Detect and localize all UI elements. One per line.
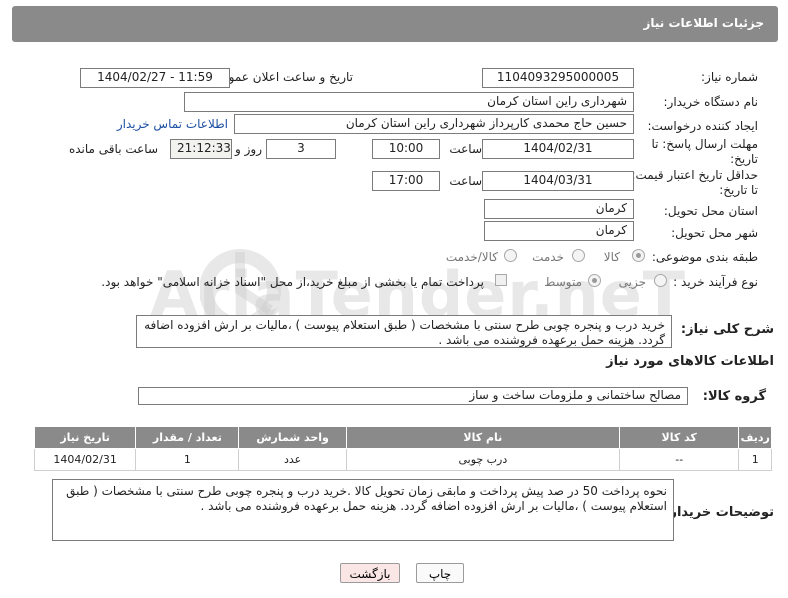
print-button[interactable]: چاپ [416, 563, 464, 583]
process-medium-radio[interactable] [588, 274, 601, 287]
buyer-org-field[interactable]: شهرداری راین استان کرمان [184, 92, 634, 112]
category-goods-radio[interactable] [632, 249, 645, 262]
cell-name: درب چوبی [345, 448, 620, 471]
buyer-notes-label: توضیحات خریدار: [664, 505, 774, 520]
deadline-label: مهلت ارسال پاسخ: تا تاریخ: [651, 137, 758, 166]
category-both-radio[interactable] [504, 249, 517, 262]
col-row: ردیف [738, 426, 772, 449]
header-bar: جزئیات اطلاعات نیاز [12, 6, 778, 42]
process-label: نوع فرآیند خرید : [673, 275, 758, 289]
description-label: شرح کلی نیاز: [680, 322, 774, 337]
contact-info-link[interactable]: اطلاعات تماس خریدار [117, 117, 228, 131]
table-header-row: ردیف کد کالا نام کالا واحد شمارش تعداد /… [33, 426, 772, 449]
days-label: روز و [235, 142, 262, 156]
cell-unit: عدد [238, 448, 347, 471]
validity-time-field[interactable]: 17:00 [372, 171, 440, 191]
validity-date-field[interactable]: 1404/03/31 [482, 171, 634, 191]
validity-label: حداقل تاریخ اعتبار قیمت: تا تاریخ: [631, 168, 758, 197]
cell-code: -- [618, 448, 740, 471]
goods-group-field[interactable]: مصالح ساختمانی و ملزومات ساخت و ساز [138, 387, 688, 405]
validity-time-label: ساعت [449, 174, 482, 188]
remaining-label: ساعت باقی مانده [68, 142, 158, 156]
province-label: استان محل تحویل: [663, 204, 758, 218]
city-label: شهر محل تحویل: [671, 226, 758, 240]
announce-field[interactable]: 1404/02/27 - 11:59 [80, 68, 230, 88]
cell-date: 1404/02/31 [33, 448, 137, 471]
process-medium-label: متوسط [544, 275, 582, 289]
deadline-time-label: ساعت [449, 142, 482, 156]
category-both-label: کالا/خدمت [445, 250, 498, 264]
cell-qty: 1 [135, 448, 240, 471]
treasury-payment-checkbox[interactable] [495, 274, 507, 286]
back-button[interactable]: بازگشت [340, 563, 400, 583]
col-date: تاریخ نیاز [33, 426, 137, 449]
buyer-org-label: نام دستگاه خریدار: [663, 95, 759, 109]
col-name: نام کالا [345, 426, 620, 449]
creator-label: ایجاد کننده درخواست: [647, 119, 758, 133]
process-minor-label: جزیی [618, 275, 646, 289]
creator-field[interactable]: حسین حاج محمدی کارپرداز شهرداری راین است… [234, 114, 634, 134]
category-service-label: خدمت [532, 250, 564, 264]
deadline-time-field[interactable]: 10:00 [372, 139, 440, 159]
table-row[interactable]: 1 -- درب چوبی عدد 1 1404/02/31 [33, 448, 772, 471]
goods-section-title: اطلاعات کالاهای مورد نیاز [606, 354, 774, 369]
deadline-date-field[interactable]: 1404/02/31 [482, 139, 634, 159]
need-number-label: شماره نیاز: [701, 70, 758, 84]
days-field[interactable]: 3 [266, 139, 336, 159]
description-textarea[interactable]: خرید درب و پنجره چوبی طرح سنتی با مشخصات… [136, 315, 672, 348]
category-service-radio[interactable] [572, 249, 585, 262]
col-code: کد کالا [618, 426, 740, 449]
category-label: طبقه بندی موضوعی: [651, 250, 758, 264]
process-minor-radio[interactable] [654, 274, 667, 287]
col-unit: واحد شمارش [238, 426, 347, 449]
buyer-notes-textarea[interactable]: نحوه پرداخت 50 در صد پیش پرداخت و مابقی … [52, 479, 674, 541]
cell-row: 1 [738, 448, 772, 471]
col-qty: تعداد / مقدار [135, 426, 240, 449]
goods-group-label: گروه کالا: [702, 389, 766, 404]
remaining-time-field: 21:12:33 [170, 139, 232, 159]
page-title: جزئیات اطلاعات نیاز [643, 16, 764, 30]
need-number-field[interactable]: 1104093295000005 [482, 68, 634, 88]
treasury-payment-note: پرداخت تمام یا بخشی از مبلغ خرید،از محل … [101, 275, 484, 289]
province-field[interactable]: کرمان [484, 199, 634, 219]
goods-table: ردیف کد کالا نام کالا واحد شمارش تعداد /… [33, 426, 772, 471]
category-goods-label: کالا [603, 250, 620, 264]
city-field[interactable]: کرمان [484, 221, 634, 241]
